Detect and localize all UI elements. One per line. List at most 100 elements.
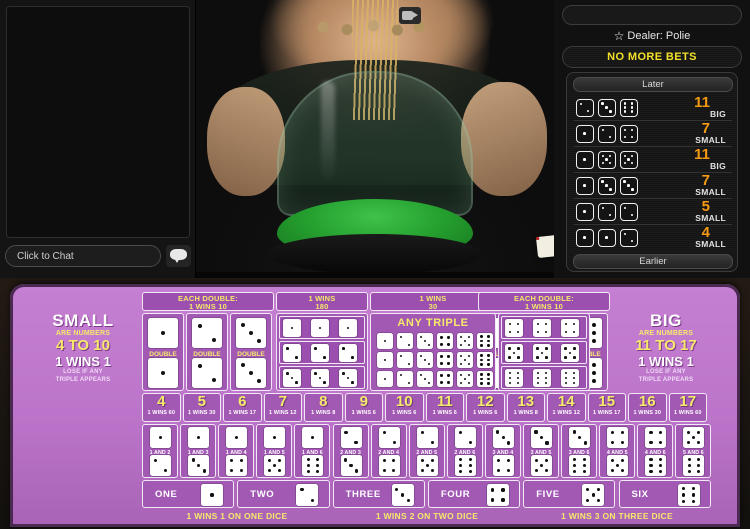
pair-bet-3-4[interactable]: 3 AND 4 (484, 424, 521, 478)
number-bet-8[interactable]: 81 WINS 8 (304, 393, 343, 422)
live-video-feed (196, 0, 554, 272)
big-bet-area[interactable]: BIG ARE NUMBERS 11 TO 17 1 WINS 1 LOSE IF AN… (612, 312, 720, 392)
any-triple-die-2 (397, 352, 413, 368)
odds-header-any-triple-line2: 30 (428, 302, 438, 311)
number-bet-4[interactable]: 41 WINS 60 (142, 393, 181, 422)
pair-bet-3-6[interactable]: 3 AND 6 (561, 424, 598, 478)
number-value: 8 (319, 393, 328, 410)
single-bet-one[interactable]: ONE (142, 480, 235, 508)
any-triple-die-6 (477, 371, 493, 387)
history-later-button[interactable]: Later (573, 77, 733, 92)
pair-die-3 (569, 427, 591, 448)
double-label-l1: DOUBLE (149, 351, 177, 358)
triple-bet-5[interactable] (501, 341, 587, 364)
number-bet-11[interactable]: 11 1 WINS 6 (425, 393, 464, 422)
pair-bet-2-5[interactable]: 2 AND 5 (408, 424, 445, 478)
pair-die-4 (226, 455, 248, 476)
pair-die-2 (416, 427, 438, 448)
any-triple-die-6 (477, 333, 493, 349)
number-bet-17[interactable]: 17 1 WINS 60 (668, 393, 707, 422)
big-title: BIG (649, 311, 683, 330)
history-result-label: SMALL (695, 213, 726, 223)
number-bet-12[interactable]: 12 1 WINS 6 (466, 393, 505, 422)
number-bet-6[interactable]: 61 WINS 17 (223, 393, 262, 422)
video-camera-icon[interactable] (399, 7, 421, 24)
number-bet-15[interactable]: 15 1 WINS 17 (587, 393, 626, 422)
pair-die-4 (645, 427, 667, 448)
pair-die-5 (531, 455, 552, 476)
triple-bet-6[interactable] (501, 366, 587, 389)
history-die-1 (576, 203, 594, 221)
triples-right-group (498, 313, 590, 391)
triple-bet-3[interactable] (279, 366, 365, 389)
history-earlier-button[interactable]: Earlier (573, 254, 733, 269)
pair-bet-1-2[interactable]: 1 AND 2 (142, 424, 179, 478)
single-bet-five[interactable]: FIVE (523, 480, 616, 508)
single-die-5 (582, 484, 605, 506)
pair-bet-1-3[interactable]: 1 AND 3 (180, 424, 217, 478)
history-total: 7 (701, 120, 710, 137)
number-bet-7[interactable]: 71 WINS 12 (263, 393, 302, 422)
number-odds: 1 WINS 60 (674, 410, 702, 416)
triple-die-4 (505, 319, 523, 337)
pair-bet-2-6[interactable]: 2 AND 6 (446, 424, 483, 478)
number-bet-13[interactable]: 13 1 WINS 8 (506, 393, 545, 422)
info-panel: ☆ Dealer: Polie NO MORE BETS Later 11 BIG 7… (554, 0, 750, 278)
history-result-label: SMALL (695, 135, 726, 145)
double-bet-one[interactable]: DOUBLEONE (142, 313, 184, 391)
pair-bet-1-4[interactable]: 1 AND 4 (218, 424, 255, 478)
double-bet-three[interactable]: DOUBLETHREE (230, 313, 272, 391)
triple-die-1 (283, 319, 301, 337)
top-section: Click to Chat ☆ Dealer: Polie NO MORE BE… (0, 0, 750, 278)
single-label: TWO (250, 489, 275, 500)
number-odds: 1 WINS 6 (392, 410, 417, 416)
single-bet-four[interactable]: FOUR (427, 480, 521, 508)
history-die-1 (576, 177, 594, 195)
star-icon[interactable]: ☆ (614, 27, 625, 45)
pair-bet-2-3[interactable]: 2 AND 3 (332, 424, 369, 478)
history-row: 7 SMALL (574, 121, 732, 147)
pair-die-1 (302, 427, 324, 448)
any-triple-title: ANY TRIPLE (397, 317, 469, 329)
triple-bet-4[interactable] (501, 316, 587, 339)
single-bet-three[interactable]: THREE (332, 480, 425, 508)
small-bet-area[interactable]: SMALL ARE NUMBERS 4 TO 10 1 WINS 1 LOSE IF A… (30, 312, 136, 392)
pair-die-1 (226, 427, 248, 448)
number-bet-16[interactable]: 16 1 WINS 30 (628, 393, 667, 422)
number-value: 14 (557, 393, 575, 410)
big-range: 11 TO 17 (635, 337, 697, 354)
triple-die-3 (311, 369, 329, 387)
number-odds: 1 WINS 8 (513, 410, 538, 416)
dealer-name-label: Dealer: Polie (627, 30, 691, 42)
pair-bet-3-5[interactable]: 3 AND 5 (523, 424, 560, 478)
number-bet-5[interactable]: 51 WINS 30 (182, 393, 221, 422)
chat-input[interactable]: Click to Chat (5, 245, 161, 267)
pair-bet-2-4[interactable]: 2 AND 4 (370, 424, 407, 478)
number-value: 6 (238, 393, 247, 410)
triple-bet-2[interactable] (279, 341, 365, 364)
chat-send-button[interactable] (166, 245, 191, 267)
number-odds: 1 WINS 6 (473, 410, 498, 416)
number-bet-14[interactable]: 14 1 WINS 12 (547, 393, 586, 422)
number-bet-10[interactable]: 10 1 WINS 6 (385, 393, 424, 422)
triple-bet-1[interactable] (279, 316, 365, 339)
any-triple-bet[interactable]: ANY TRIPLE (370, 313, 496, 391)
pair-bet-4-6[interactable]: 4 AND 6 (637, 424, 674, 478)
triple-die-5 (561, 344, 579, 362)
triple-die-1 (339, 319, 357, 337)
double-bet-two[interactable]: DOUBLETWO (186, 313, 228, 391)
table-felt: SMALL ARE NUMBERS 4 TO 10 1 WINS 1 LOSE IF A… (10, 284, 740, 527)
history-die-3 (598, 177, 616, 195)
single-label: ONE (155, 489, 178, 500)
pair-bet-1-5[interactable]: 1 AND 5 (256, 424, 293, 478)
single-bet-six[interactable]: SIX (618, 480, 711, 508)
history-die-1 (598, 229, 616, 247)
pair-bet-5-6[interactable]: 5 AND 6 (675, 424, 712, 478)
any-triple-die-6 (477, 352, 493, 368)
pair-bet-4-5[interactable]: 4 AND 5 (599, 424, 636, 478)
pair-die-5 (607, 455, 629, 476)
single-bet-two[interactable]: TWO (237, 480, 330, 508)
number-value: 4 (157, 393, 166, 410)
pair-bet-1-6[interactable]: 1 AND 6 (294, 424, 331, 478)
number-bet-9[interactable]: 91 WINS 6 (344, 393, 383, 422)
